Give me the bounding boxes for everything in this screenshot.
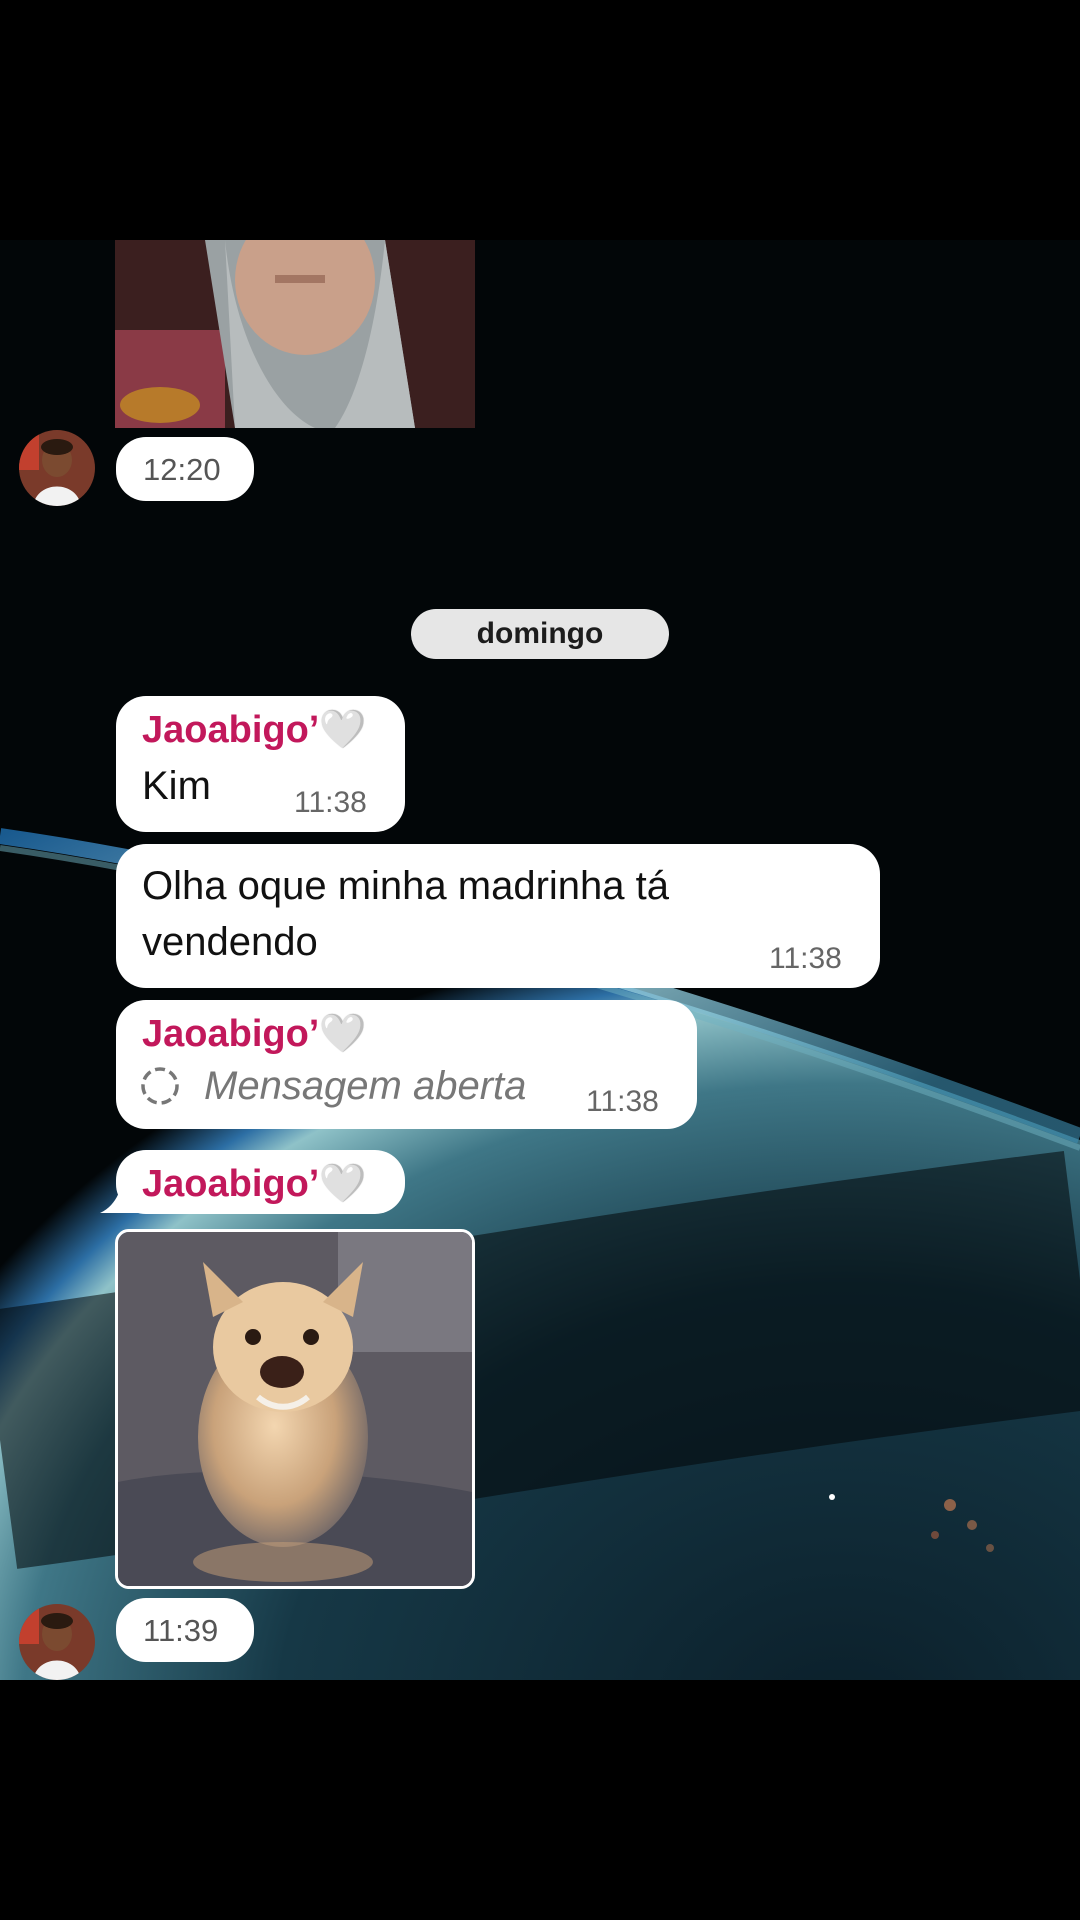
photo-message-2[interactable] <box>115 1229 475 1589</box>
heart-icon: 🤍 <box>319 709 367 751</box>
sender-name: Jaoabigo’🤍 <box>142 709 367 751</box>
message-text-line-1: Olha oque minha madrinha tá <box>142 864 669 908</box>
message-time: 11:38 <box>586 1085 659 1118</box>
sender-name: Jaoabigo’🤍 <box>142 1013 367 1055</box>
sender-header-bubble[interactable]: Jaoabigo’🤍 <box>116 1150 405 1214</box>
message-bubble[interactable]: Jaoabigo’🤍 Mensagem aberta 11:38 <box>116 1000 697 1129</box>
photo-caption-bubble[interactable]: 11:39 <box>116 1598 254 1662</box>
date-separator: domingo <box>411 609 669 659</box>
photo-caption-bubble[interactable]: 12:20 <box>116 437 254 501</box>
message-text-line-2: vendendo <box>142 920 318 964</box>
photo-message-1[interactable] <box>115 240 475 428</box>
heart-icon: 🤍 <box>319 1013 367 1055</box>
opened-message-icon <box>140 1066 180 1106</box>
message-status-text: Mensagem aberta <box>204 1064 527 1108</box>
person-photo-image <box>115 240 475 428</box>
contact-avatar[interactable] <box>19 1604 95 1680</box>
contact-avatar[interactable] <box>19 430 95 506</box>
message-time: 11:38 <box>769 942 842 975</box>
avatar-image <box>19 430 95 506</box>
message-time: 11:38 <box>294 786 367 819</box>
message-time: 11:39 <box>143 1613 219 1648</box>
sender-name: Jaoabigo’🤍 <box>142 1163 367 1205</box>
message-bubble[interactable]: Olha oque minha madrinha tá vendendo 11:… <box>116 844 880 988</box>
message-time: 12:20 <box>143 452 221 487</box>
message-bubble[interactable]: Jaoabigo’🤍 Kim 11:38 <box>116 696 405 832</box>
dog-photo-image <box>118 1232 472 1586</box>
chat-screen: 12:20 domingo Jaoabigo’🤍 Kim 11:38 Olha … <box>0 0 1080 1920</box>
avatar-image <box>19 1604 95 1680</box>
heart-icon: 🤍 <box>319 1163 367 1205</box>
message-text: Kim <box>142 764 211 808</box>
